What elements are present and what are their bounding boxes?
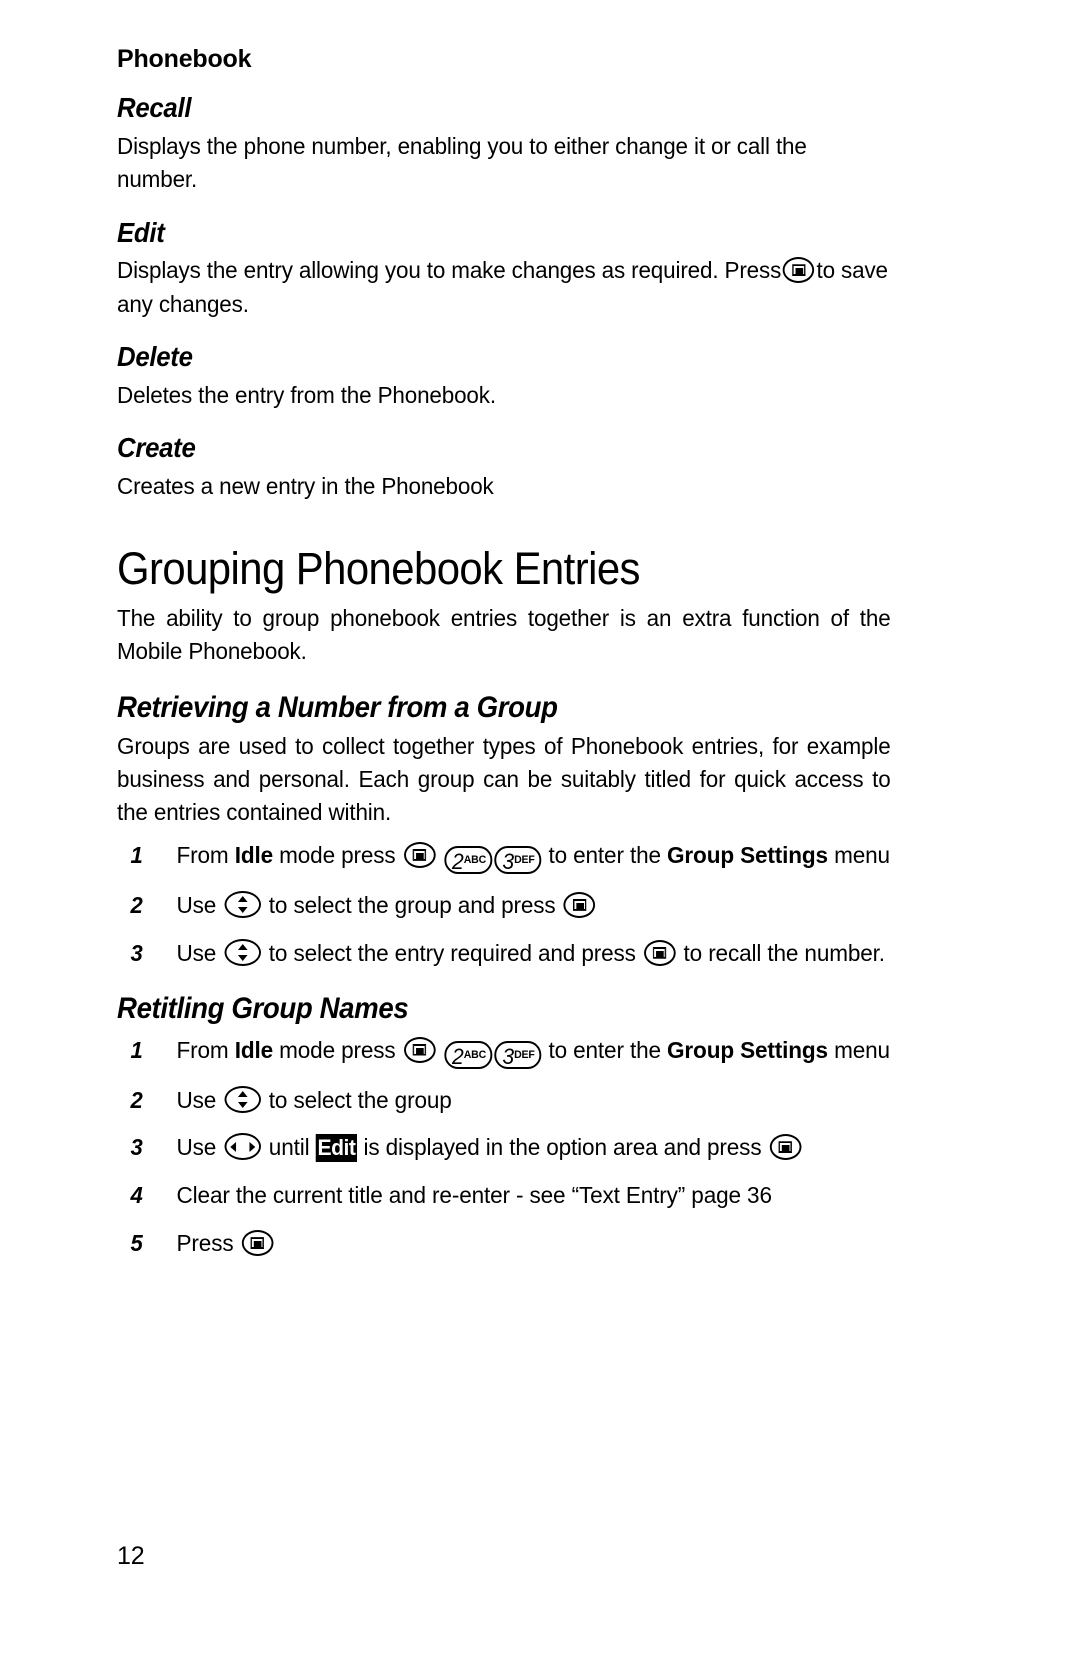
option-label-highlight: Edit	[315, 1134, 358, 1163]
step-text	[437, 1037, 443, 1063]
step-text: until	[262, 1134, 316, 1161]
heading-recall: Recall	[117, 92, 192, 123]
nav-updown-key-icon	[224, 938, 261, 966]
step-text: From	[176, 841, 235, 868]
nav-updown-key-icon	[224, 890, 261, 918]
paragraph-retrieving-intro: Groups are used to collect together type…	[117, 732, 891, 826]
step-text-emphasis: Group Settings	[667, 1036, 828, 1063]
keypad-key-3-icon: 3DEF	[494, 845, 542, 874]
keypad-key-3-icon: 3DEF	[494, 1040, 542, 1069]
softkey-select-icon	[643, 939, 676, 966]
nav-leftright-key-icon	[224, 1133, 261, 1161]
keypad-digit: 2	[451, 1043, 464, 1069]
step-item: 2 Use to select the group and press	[117, 889, 895, 922]
step-text: to enter the	[542, 841, 668, 868]
step-text: Clear the current title and re-enter - s…	[176, 1182, 772, 1209]
keypad-letters: ABC	[463, 853, 487, 866]
step-number: 1	[130, 841, 143, 868]
paragraph-edit: Displays the entry allowing you to make …	[117, 254, 891, 321]
step-text: Use	[176, 939, 223, 966]
step-number: 3	[130, 1134, 143, 1161]
step-text: From	[176, 1036, 235, 1063]
keypad-digit: 2	[451, 848, 464, 874]
step-number: 5	[130, 1230, 143, 1257]
chapter-title: Grouping Phonebook Entries	[117, 543, 640, 595]
step-item: 4 Clear the current title and re-enter - …	[117, 1179, 895, 1212]
step-text: to enter the	[542, 1036, 668, 1063]
step-text: Use	[176, 1134, 223, 1161]
keypad-letters: DEF	[514, 853, 535, 866]
heading-edit: Edit	[117, 216, 165, 248]
keypad-key-2-icon: 2ABC	[444, 845, 493, 874]
paragraph-edit-pre: Displays the entry allowing you to make …	[117, 257, 782, 284]
step-text: Use	[176, 1086, 223, 1113]
keypad-key-2-icon: 2ABC	[444, 1040, 493, 1069]
step-number: 4	[130, 1182, 143, 1209]
step-text: mode press	[273, 1036, 402, 1063]
running-header: Phonebook	[117, 45, 252, 73]
step-text: menu	[827, 841, 890, 868]
manual-page: Phonebook Recall Displays the phone numb…	[0, 0, 1080, 1667]
step-text	[437, 842, 443, 868]
heading-retrieving-number: Retrieving a Number from a Group	[117, 690, 558, 724]
nav-updown-key-icon	[224, 1085, 261, 1113]
steps-retitling: 1 From Idle mode press 2ABC 3DEF to enter …	[117, 1034, 927, 1261]
step-text: Use	[176, 891, 223, 918]
softkey-select-icon	[769, 1134, 802, 1161]
step-number: 3	[130, 939, 143, 966]
page-number: 12	[117, 1542, 145, 1570]
keypad-digit: 3	[502, 1043, 514, 1069]
step-text: is displayed in the option area and pres…	[357, 1134, 768, 1161]
step-item: 5 Press	[117, 1227, 895, 1260]
step-item: 1 From Idle mode press 2ABC 3DEF to enter …	[117, 839, 895, 874]
softkey-select-icon	[403, 841, 436, 868]
step-text: menu	[827, 1036, 890, 1063]
softkey-select-icon	[241, 1230, 274, 1257]
step-text: to select the group	[262, 1086, 452, 1113]
step-item: 3 Use to select the entry required and pr…	[117, 937, 895, 970]
keypad-digit: 3	[502, 848, 514, 874]
keypad-letters: ABC	[463, 1048, 487, 1061]
step-text: to select the entry required and press	[262, 939, 642, 966]
step-text-emphasis: Idle	[234, 1036, 273, 1063]
step-text: Press	[176, 1230, 240, 1257]
heading-retitling-group-names: Retitling Group Names	[117, 991, 409, 1025]
page-content: Phonebook Recall Displays the phone numb…	[117, 0, 927, 1275]
step-text-emphasis: Group Settings	[667, 841, 828, 868]
chapter-intro: The ability to group phonebook entries t…	[117, 604, 891, 665]
softkey-select-icon	[563, 891, 596, 918]
keypad-letters: DEF	[514, 1048, 535, 1061]
step-item: 3 Use until Edit is displayed in the opti…	[117, 1131, 895, 1164]
step-item: 2 Use to select the group	[117, 1084, 895, 1117]
step-text: to recall the number.	[677, 939, 886, 966]
softkey-select-icon	[783, 257, 815, 284]
step-text: to select the group and press	[262, 891, 562, 918]
softkey-select-icon	[403, 1036, 436, 1063]
step-text-emphasis: Idle	[234, 841, 273, 868]
heading-delete: Delete	[117, 341, 193, 373]
steps-retrieving: 1 From Idle mode press 2ABC 3DEF to enter …	[117, 839, 927, 970]
heading-create: Create	[117, 432, 196, 464]
paragraph-create: Creates a new entry in the Phonebook	[117, 472, 494, 499]
step-number: 2	[130, 891, 143, 918]
step-number: 2	[130, 1086, 143, 1113]
paragraph-delete: Deletes the entry from the Phonebook.	[117, 381, 496, 408]
step-item: 1 From Idle mode press 2ABC 3DEF to enter …	[117, 1034, 895, 1069]
step-text: mode press	[273, 841, 402, 868]
paragraph-recall: Displays the phone number, enabling you …	[117, 132, 807, 193]
step-number: 1	[130, 1036, 143, 1063]
